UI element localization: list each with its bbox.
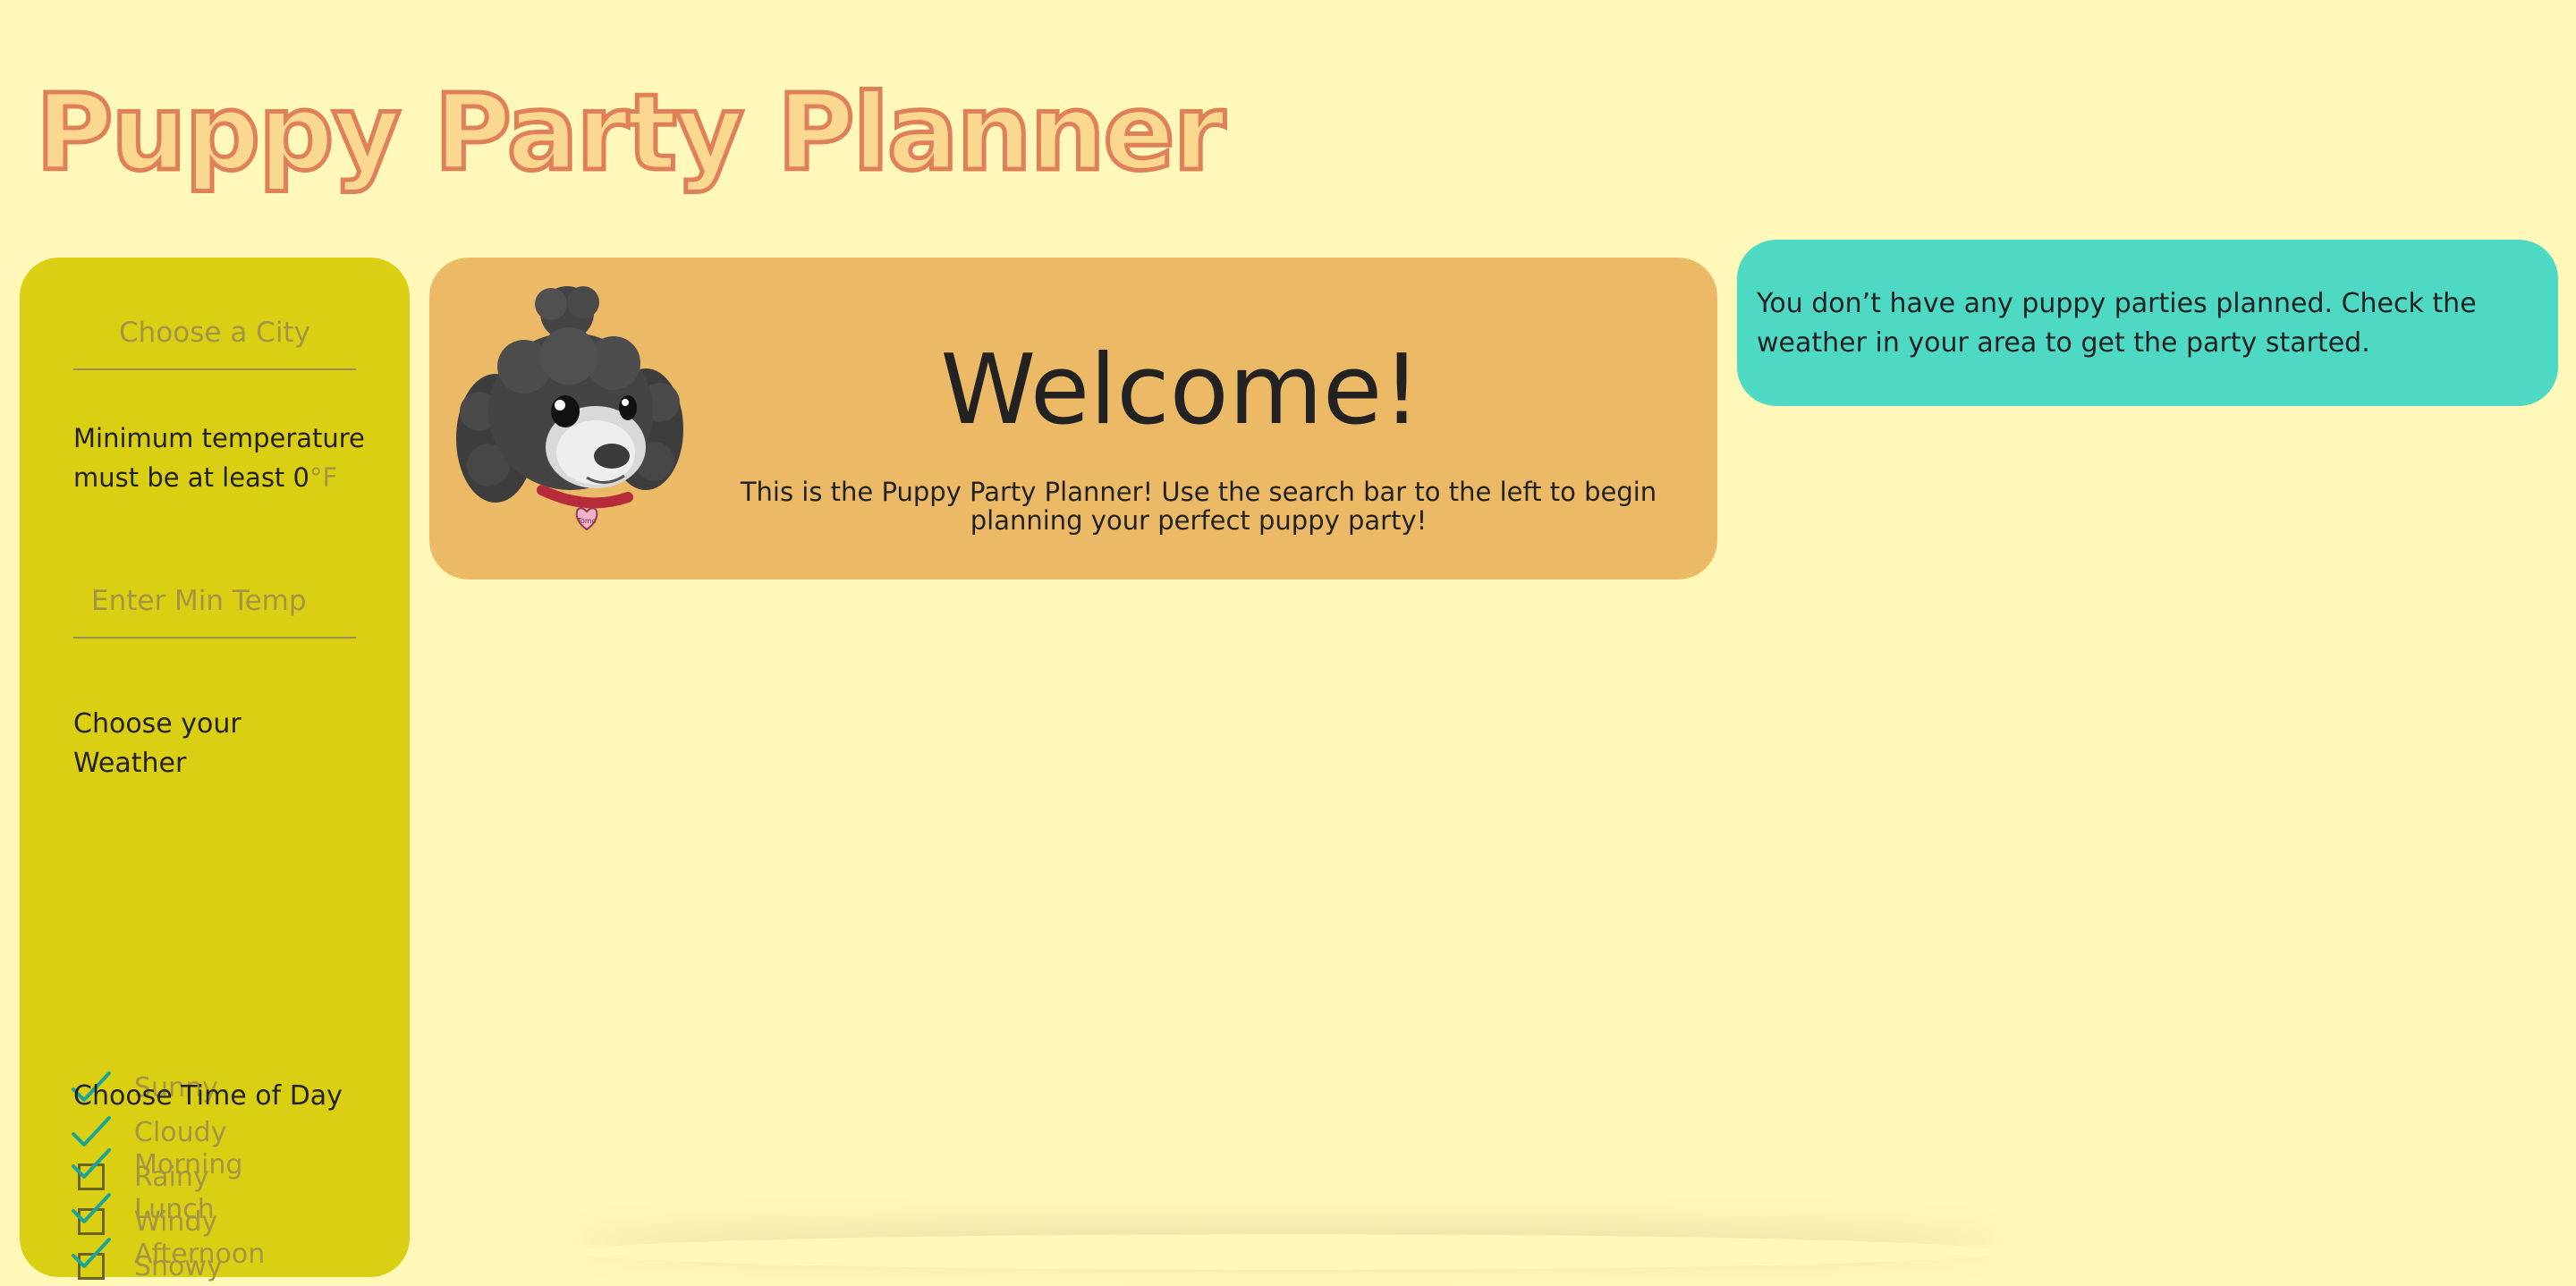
welcome-card: Tomo Welcome! This is the Puppy Party Pl… [429, 258, 1717, 580]
time-option-label: Afternoon [134, 1238, 266, 1270]
bottom-shadow [572, 1234, 2004, 1270]
party-status-text: You don’t have any puppy parties planned… [1757, 288, 2477, 359]
welcome-text: This is the Puppy Party Planner! Use the… [740, 477, 1657, 536]
check-icon[interactable] [72, 1145, 111, 1184]
time-option-lunch[interactable]: Lunch [72, 1191, 215, 1227]
min-temp-input[interactable]: Enter Min Temp [73, 585, 356, 639]
city-input[interactable]: Choose a City [73, 317, 356, 370]
party-status-card: You don’t have any puppy parties planned… [1737, 240, 2558, 406]
check-icon[interactable] [72, 1189, 111, 1229]
weather-option-label: Cloudy [134, 1116, 227, 1148]
temp-unit: °F [309, 462, 338, 493]
time-of-day-label: Choose Time of Day [73, 1080, 343, 1112]
search-sidebar: Choose a City Minimum temperature must b… [20, 258, 410, 1282]
check-icon[interactable] [72, 1234, 111, 1273]
time-option-morning[interactable]: Morning [72, 1146, 242, 1182]
puppy-tag-text: Tomo [576, 517, 596, 525]
welcome-title: Welcome! [940, 334, 1421, 446]
weather-label: Choose your Weather [73, 708, 242, 779]
time-option-label: Morning [134, 1148, 243, 1180]
time-option-label: Lunch [134, 1193, 215, 1225]
time-option-afternoon[interactable]: Afternoon [72, 1236, 265, 1272]
min-temp-note: Minimum temperature must be at least 0°F [73, 419, 386, 497]
app-title: Puppy Party Planner [34, 69, 1228, 197]
poodle-puppy-icon: Tomo [456, 286, 683, 531]
